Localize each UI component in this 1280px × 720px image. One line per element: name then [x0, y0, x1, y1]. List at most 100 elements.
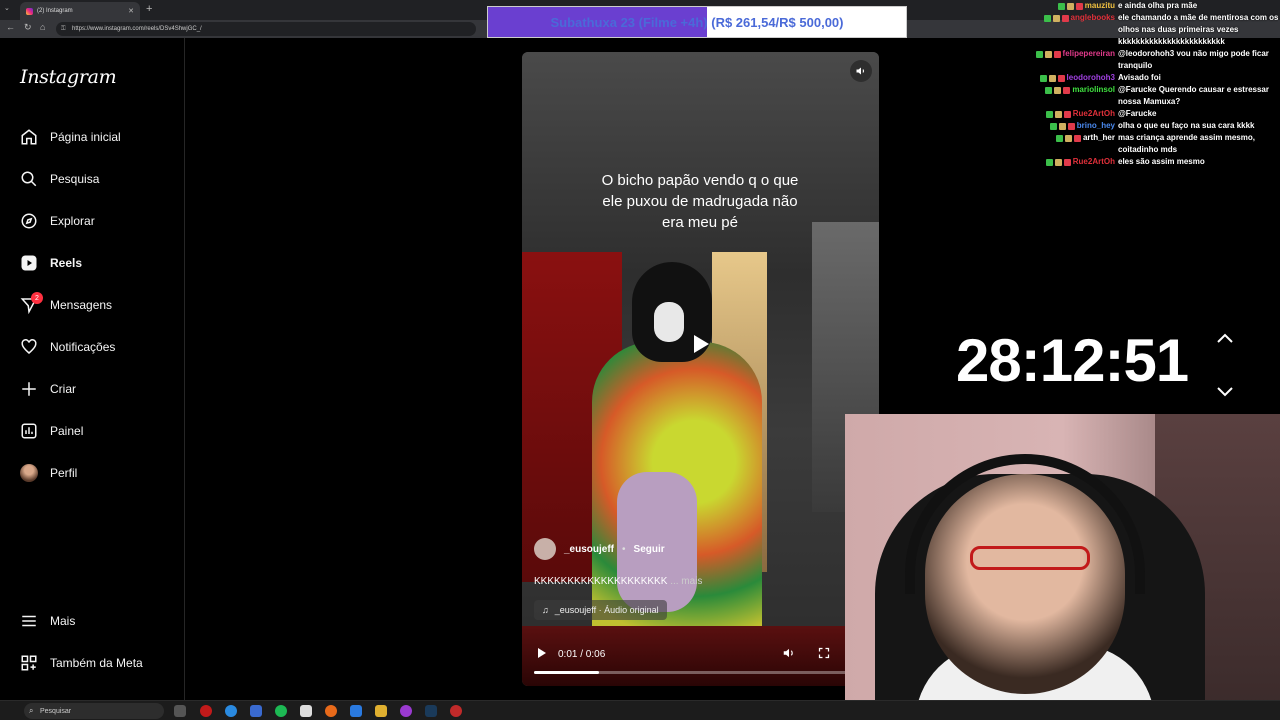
stream-chat: mauzitu e ainda olha pra mãe anglebooks ele…: [1000, 0, 1280, 168]
chat-username[interactable]: mariolinsol: [1072, 84, 1115, 96]
chat-username[interactable]: arth_her: [1083, 132, 1115, 144]
new-tab-icon[interactable]: +: [146, 3, 152, 15]
nav-also-from-meta[interactable]: Também da Meta: [20, 651, 143, 675]
chat-badge-icon: [1035, 50, 1043, 58]
play-button[interactable]: [536, 646, 548, 665]
taskbar-search[interactable]: ⌕ Pesquisar: [24, 703, 164, 719]
taskbar-search-placeholder: Pesquisar: [40, 707, 72, 715]
nav-dashboard[interactable]: Painel: [20, 419, 83, 443]
chat-text: ele chamando a mãe de mentirosa com os: [1118, 13, 1278, 22]
chat-badge-icon: [1048, 74, 1056, 82]
chat-username[interactable]: felipepereiran: [1063, 48, 1115, 60]
audio-toggle-button[interactable]: [850, 60, 872, 82]
video-controls: 0:01 / 0:06: [522, 636, 879, 686]
audio-attribution[interactable]: ♫ _eusoujeff · Áudio original: [534, 600, 667, 620]
video-progress-bar[interactable]: [534, 671, 858, 674]
chat-username[interactable]: mauzitu: [1085, 0, 1115, 12]
streamer-webcam: [845, 414, 1280, 720]
chat-message: kkkkkkkkkkkkkkkkkkkkkkkk: [1000, 36, 1280, 48]
chrome-icon[interactable]: [450, 705, 462, 717]
chat-username[interactable]: Rue2ArtOh: [1073, 108, 1115, 120]
site-info-icon[interactable]: ⌂: [40, 22, 45, 32]
follow-button[interactable]: Seguir: [634, 544, 665, 555]
volume-icon[interactable]: [782, 646, 796, 665]
reel-description: KKKKKKKKKKKKKKKKKKKK ... mais: [534, 576, 703, 587]
opera-icon[interactable]: [200, 705, 212, 717]
reel-video[interactable]: O bicho papão vendo q o que ele puxou de…: [522, 52, 879, 686]
instagram-logo[interactable]: Instagram: [20, 66, 117, 88]
browser-tab[interactable]: (2) Instagram ✕: [20, 2, 140, 20]
obs-icon[interactable]: [400, 705, 412, 717]
more-link[interactable]: ... mais: [670, 576, 702, 587]
reel-author: _eusoujeff • Seguir: [534, 538, 665, 560]
reel-caption: O bicho papão vendo q o que ele puxou de…: [601, 172, 799, 231]
fullscreen-icon[interactable]: [818, 646, 830, 664]
meta-grid-icon: [20, 654, 38, 672]
firefox-icon[interactable]: [325, 705, 337, 717]
chat-badge-icon: [1061, 14, 1069, 22]
chat-message: mauzitu e ainda olha pra mãe: [1000, 0, 1280, 12]
chat-badge-icon: [1063, 86, 1071, 94]
nav-label: Pesquisa: [50, 172, 100, 186]
browser-icon[interactable]: [225, 705, 237, 717]
chat-username[interactable]: leodorohoh3: [1067, 72, 1115, 84]
chat-text: olha o que eu faço na sua cara kkkk: [1118, 121, 1255, 130]
task-view-icon[interactable]: [174, 705, 186, 717]
nav-messages[interactable]: 2 Mensagens: [20, 292, 112, 317]
speaker-icon: [856, 67, 864, 75]
play-overlay-icon[interactable]: [692, 334, 710, 359]
nav-reels[interactable]: Reels: [20, 251, 82, 275]
nav-search[interactable]: Pesquisa: [20, 167, 99, 191]
chat-text: @leodorohoh3 vou não migo pode ficar: [1118, 49, 1269, 58]
tab-title: (2) Instagram: [37, 8, 73, 14]
back-icon[interactable]: ←: [6, 22, 15, 32]
chat-badge-icon: [1039, 74, 1047, 82]
spotify-icon[interactable]: [275, 705, 287, 717]
close-tab-icon[interactable]: ✕: [128, 7, 134, 15]
chat-badge-icon: [1075, 2, 1083, 10]
donation-goal-text: Subathuxa 23 (Filme +4h) (R$ 261,54/R$ 5…: [550, 14, 844, 30]
nav-profile[interactable]: Perfil: [20, 461, 77, 485]
notepad-icon[interactable]: [300, 705, 312, 717]
reload-icon[interactable]: ↻: [24, 22, 32, 33]
folder-icon[interactable]: [375, 705, 387, 717]
url-field[interactable]: ⚿ https://www.instagram.com/reels/DSv4Sh…: [56, 22, 476, 36]
instagram-sidebar: Instagram Página inicial Pesquisa Explor…: [0, 38, 185, 700]
nav-label: Página inicial: [50, 130, 121, 144]
chat-badge-icon: [1045, 86, 1053, 94]
nav-explore[interactable]: Explorar: [20, 209, 95, 233]
chat-badge-icon: [1045, 110, 1053, 118]
chat-username[interactable]: anglebooks: [1071, 12, 1115, 24]
chat-text: kkkkkkkkkkkkkkkkkkkkkkkk: [1118, 37, 1225, 46]
chat-username[interactable]: Rue2ArtOh: [1073, 156, 1115, 168]
nav-more[interactable]: Mais: [20, 609, 75, 633]
chat-badge-icon: [1055, 134, 1063, 142]
steam-icon[interactable]: [425, 705, 437, 717]
chat-message: olhos nas duas primeiras vezes: [1000, 24, 1280, 36]
donation-goal-bar: Subathuxa 23 (Filme +4h) (R$ 261,54/R$ 5…: [487, 6, 907, 38]
chat-badge-icon: [1064, 134, 1072, 142]
author-username[interactable]: _eusoujeff: [564, 544, 614, 555]
messenger-icon: 2: [20, 292, 43, 314]
nav-notifications[interactable]: Notificações: [20, 335, 115, 359]
nav-home[interactable]: Página inicial: [20, 125, 121, 149]
compass-icon: [20, 212, 38, 230]
chat-message: arth_her mas criança aprende assim mesmo,: [1000, 132, 1280, 144]
author-avatar[interactable]: [534, 538, 556, 560]
notification-badge: 2: [31, 292, 43, 304]
chat-badge-icon: [1063, 110, 1071, 118]
chat-badge-icon: [1045, 158, 1053, 166]
next-reel-button[interactable]: [1212, 384, 1238, 405]
chat-badge-icon: [1054, 158, 1062, 166]
nav-create[interactable]: Criar: [20, 377, 76, 401]
previous-reel-button[interactable]: [1212, 330, 1238, 351]
chat-badge-icon: [1049, 122, 1057, 130]
chat-text: @Farucke: [1118, 109, 1157, 118]
mail-icon[interactable]: [350, 705, 362, 717]
app-icon[interactable]: [250, 705, 262, 717]
chat-badge-icon: [1057, 2, 1065, 10]
chat-username[interactable]: brino_hey: [1077, 120, 1115, 132]
chat-badge-icon: [1058, 122, 1066, 130]
chat-badge-icon: [1066, 2, 1074, 10]
tab-menu-icon[interactable]: ⌄: [4, 4, 10, 12]
